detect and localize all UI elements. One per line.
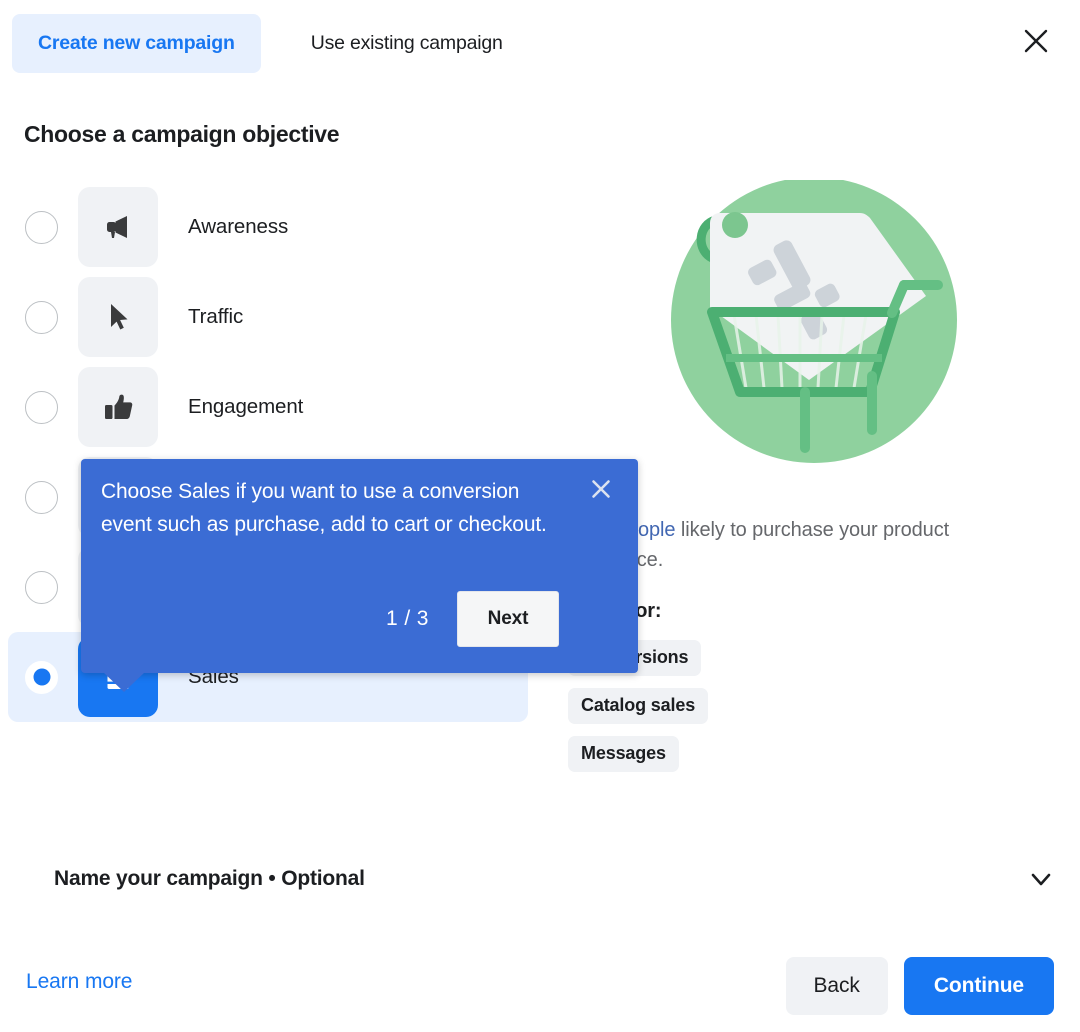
coachmark-step-counter: 1 / 3 (386, 607, 429, 630)
coachmark-tooltip: Choose Sales if you want to use a conver… (81, 459, 638, 673)
pill-row: Messages (568, 736, 1060, 784)
coachmark-next-button[interactable]: Next (457, 591, 559, 647)
info-panel-title: Sales (572, 472, 1060, 499)
cursor-arrow-icon (100, 299, 136, 335)
tab-use-existing-campaign-label: Use existing campaign (310, 31, 503, 54)
close-icon (1023, 28, 1049, 54)
objective-icon-tile-awareness (78, 187, 158, 267)
objective-label-traffic: Traffic (188, 305, 244, 328)
close-dialog-button[interactable] (1017, 22, 1055, 60)
thumbs-up-icon (100, 389, 136, 425)
footer-actions: Back Continue (785, 957, 1054, 1015)
back-button[interactable]: Back (785, 957, 888, 1015)
tab-create-new-campaign[interactable]: Create new campaign (12, 13, 261, 73)
objective-radio-sales[interactable] (25, 660, 58, 694)
objective-radio-traffic[interactable] (25, 300, 58, 334)
objective-radio-app-promotion[interactable] (25, 570, 58, 604)
name-campaign-section[interactable]: Name your campaign • Optional (54, 866, 1054, 892)
megaphone-icon (100, 209, 136, 245)
objective-icon-tile-traffic (78, 277, 158, 357)
campaign-source-tabs: Create new campaign Use existing campaig… (12, 13, 1080, 73)
coachmark-close-button[interactable] (588, 478, 614, 504)
learn-more-link[interactable]: Learn more (26, 970, 132, 994)
close-icon (590, 478, 612, 505)
objective-label-engagement: Engagement (188, 395, 304, 418)
shopping-cart-price-tag-illustration (664, 180, 964, 470)
name-campaign-label: Name your campaign • Optional (54, 867, 365, 890)
good-for-label: Good for: (572, 600, 662, 622)
objective-label-awareness: Awareness (188, 215, 289, 238)
good-for-pill-list: Conversions Catalog sales Messages (568, 640, 1060, 784)
objective-radio-engagement[interactable] (25, 390, 58, 424)
objective-radio-leads[interactable] (25, 480, 58, 514)
objective-row-traffic[interactable]: Traffic (8, 272, 528, 362)
objective-radio-awareness[interactable] (25, 210, 58, 244)
good-for-pill: Catalog sales (568, 688, 709, 724)
tab-use-existing-campaign[interactable]: Use existing campaign (285, 14, 529, 73)
pill-row: Conversions (568, 640, 1060, 688)
chevron-down-icon[interactable] (1028, 866, 1054, 892)
page-title: Choose a campaign objective (24, 121, 340, 147)
continue-button[interactable]: Continue (903, 957, 1054, 1015)
tab-create-new-campaign-label: Create new campaign (38, 31, 235, 54)
objective-row-engagement[interactable]: Engagement (8, 362, 528, 452)
objective-icon-tile-engagement (78, 367, 158, 447)
pill-row: Catalog sales (568, 688, 1060, 736)
good-for-pill: Messages (568, 736, 679, 772)
objective-row-awareness[interactable]: Awareness (8, 182, 528, 272)
coachmark-arrow (103, 672, 145, 692)
coachmark-text: Choose Sales if you want to use a conver… (101, 480, 547, 536)
